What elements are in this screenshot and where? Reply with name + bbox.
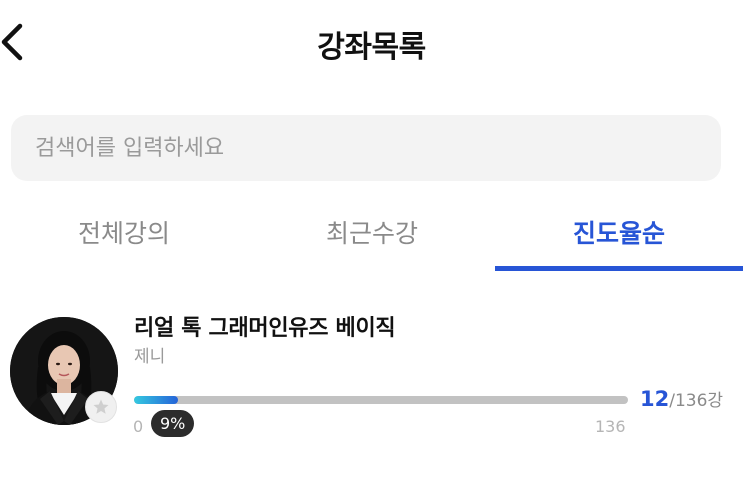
tab-bar: 전체강의 최근수강 진도율순 [0, 196, 743, 272]
progress-bar [134, 396, 628, 404]
active-tab-indicator [495, 266, 743, 271]
tab-recent[interactable]: 최근수강 [248, 196, 496, 268]
course-title: 리얼 톡 그래머인유즈 베이직 [134, 316, 396, 341]
header: 강좌목록 [0, 0, 743, 84]
lecture-count: 12/136강 [640, 386, 723, 411]
page-title: 강좌목록 [317, 30, 426, 65]
tab-all-lectures[interactable]: 전체강의 [0, 196, 248, 268]
course-list-item[interactable]: 리얼 톡 그래머인유즈 베이직 제니 0 136 9% 12/136강 [0, 300, 743, 450]
progress-range-min: 0 [133, 417, 144, 436]
progress-bar-fill [134, 396, 179, 404]
course-list-screen: 강좌목록 전체강의 최근수강 진도율순 [0, 0, 743, 495]
completed-count: 12 [640, 387, 670, 411]
total-count: /136강 [669, 391, 724, 411]
star-icon [93, 399, 109, 414]
progress-range-max: 136 [595, 417, 626, 436]
progress-percent-badge: 9% [151, 410, 195, 437]
search-input[interactable] [11, 115, 721, 181]
course-teacher: 제니 [134, 347, 166, 367]
tab-progress-order[interactable]: 진도율순 [495, 196, 743, 268]
search-box [11, 115, 721, 181]
favorite-button[interactable] [85, 391, 117, 423]
